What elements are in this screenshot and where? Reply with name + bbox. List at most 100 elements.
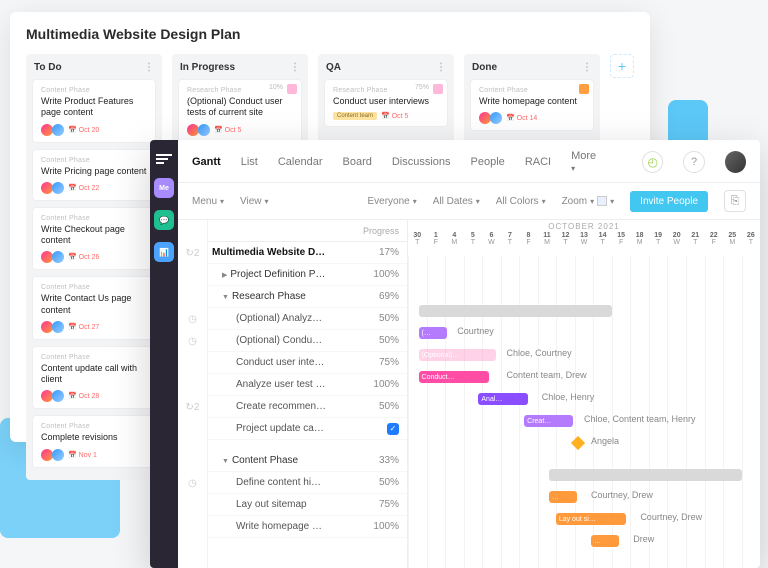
gantt-bar-row: Lay out si…Courtney, Drew — [408, 508, 760, 530]
gantt-bar[interactable]: … — [549, 491, 577, 503]
kanban-card[interactable]: 10%Research Phase (Optional) Conduct use… — [178, 79, 302, 143]
tab-more[interactable]: More ▾ — [571, 150, 602, 174]
timeline-day: 12T — [556, 232, 575, 256]
kanban-card[interactable]: Content Phase Write Contact Us page cont… — [32, 276, 156, 340]
add-column-button[interactable]: + — [610, 54, 634, 78]
tab-list[interactable]: List — [241, 156, 258, 168]
card-date: 📅 Oct 26 — [68, 253, 99, 261]
gantt-bar-row — [408, 256, 760, 278]
kanban-card[interactable]: Content Phase Write Pricing page content… — [32, 149, 156, 201]
assignee-label: Drew — [633, 534, 654, 544]
gantt-task-row[interactable]: ▼Content Phase33% — [208, 450, 407, 472]
assignee-label: Courtney — [457, 326, 494, 336]
card-date: 📅 Oct 28 — [68, 392, 99, 400]
kanban-card[interactable]: Content Phase Content update call with c… — [32, 346, 156, 410]
task-name: (Optional) Condu… — [212, 335, 363, 346]
tab-raci[interactable]: RACI — [525, 156, 551, 168]
task-name: ▼Research Phase — [212, 291, 363, 302]
row-status-icon — [178, 440, 207, 450]
assignee-label: Chloe, Henry — [542, 392, 595, 402]
gantt-bar[interactable]: (Optional)… — [419, 349, 496, 361]
gantt-bar[interactable]: … — [591, 535, 619, 547]
gantt-task-row[interactable]: Define content hi…50% — [208, 472, 407, 494]
card-title: Conduct user interviews — [333, 96, 439, 107]
menu-dropdown[interactable]: Menu ▾ — [192, 196, 224, 207]
tab-board[interactable]: Board — [343, 156, 372, 168]
task-progress: 75% — [363, 357, 399, 368]
rail-me-button[interactable]: Me — [154, 178, 174, 198]
gantt-task-row[interactable]: Project update ca…✓ — [208, 418, 407, 440]
gantt-task-row[interactable]: Conduct user inte…75% — [208, 352, 407, 374]
gantt-task-row[interactable]: Lay out sitemap75% — [208, 494, 407, 516]
gantt-bar[interactable] — [419, 305, 613, 317]
column-title: In Progress — [180, 62, 235, 73]
column-menu-icon[interactable]: ⋮ — [144, 62, 154, 73]
kanban-card[interactable]: Content Phase Write homepage content 📅 O… — [470, 79, 594, 131]
timeline-day: 8F — [519, 232, 538, 256]
gantt-bar-row: Anal… Chloe, Henry — [408, 388, 760, 410]
tab-discussions[interactable]: Discussions — [392, 156, 451, 168]
gantt-window: Me 💬 📊 Gantt List Calendar Board Discussions… — [150, 140, 760, 568]
card-date: 📅 Oct 27 — [68, 323, 99, 331]
kanban-card[interactable]: Content Phase Write Product Features pag… — [32, 79, 156, 143]
gantt-task-row[interactable]: Create recommen…50% — [208, 396, 407, 418]
timeline-day: 25M — [723, 232, 742, 256]
team-chip: Content team — [333, 112, 377, 120]
card-title: Write Checkout page content — [41, 224, 147, 247]
help-button[interactable]: ? — [683, 151, 704, 173]
view-dropdown[interactable]: View ▾ — [240, 196, 269, 207]
gantt-bar[interactable]: (… — [419, 327, 447, 339]
card-title: Write homepage content — [479, 96, 585, 107]
row-status-icon — [178, 450, 207, 472]
everyone-filter[interactable]: Everyone ▾ — [367, 196, 416, 207]
expand-toggle-icon[interactable]: ▶ — [222, 272, 227, 279]
card-date: 📅 Oct 22 — [68, 184, 99, 192]
gantt-bar[interactable]: Anal… — [478, 393, 527, 405]
gantt-task-row[interactable]: (Optional) Condu…50% — [208, 330, 407, 352]
dates-filter[interactable]: All Dates ▾ — [433, 196, 480, 207]
checkbox-icon[interactable]: ✓ — [387, 423, 399, 435]
column-menu-icon[interactable]: ⋮ — [436, 62, 446, 73]
tab-gantt[interactable]: Gantt — [192, 156, 221, 168]
card-title: Complete revisions — [41, 432, 147, 443]
task-name: Write homepage … — [212, 521, 363, 532]
gantt-task-row[interactable]: ▼Research Phase69% — [208, 286, 407, 308]
task-progress: 50% — [363, 401, 399, 412]
export-button[interactable]: ⎘ — [724, 190, 746, 212]
card-status-icon — [287, 84, 297, 94]
column-menu-icon[interactable]: ⋮ — [290, 62, 300, 73]
kanban-card[interactable]: Content Phase Write Checkout page conten… — [32, 207, 156, 271]
expand-toggle-icon[interactable]: ▼ — [222, 294, 229, 301]
gantt-bar[interactable]: Creat… — [524, 415, 573, 427]
card-status-icon — [433, 84, 443, 94]
user-avatar[interactable] — [725, 151, 746, 173]
gantt-task-row[interactable]: ▶Project Definition P…100% — [208, 264, 407, 286]
expand-toggle-icon[interactable]: ▼ — [222, 458, 229, 465]
milestone-diamond-icon[interactable] — [571, 436, 585, 450]
gantt-bar[interactable] — [549, 469, 743, 481]
timer-button[interactable]: ◴ — [642, 151, 663, 173]
column-menu-icon[interactable]: ⋮ — [582, 62, 592, 73]
gantt-bar[interactable]: Lay out si… — [556, 513, 626, 525]
task-progress: 100% — [363, 269, 399, 280]
tab-people[interactable]: People — [471, 156, 505, 168]
kanban-card[interactable]: Content Phase Complete revisions 📅 Nov 1 — [32, 415, 156, 467]
rail-reports-button[interactable]: 📊 — [154, 242, 174, 262]
tab-calendar[interactable]: Calendar — [278, 156, 323, 168]
left-rail: Me 💬 📊 — [150, 140, 178, 568]
timeline-day: 6W — [482, 232, 501, 256]
invite-people-button[interactable]: Invite People — [630, 191, 708, 212]
task-progress: 50% — [363, 477, 399, 488]
gantt-bar-row: (… Courtney — [408, 322, 760, 344]
zoom-control[interactable]: Zoom ▾ ▾ — [562, 196, 615, 207]
card-phase: Content Phase — [41, 354, 147, 361]
gantt-task-row[interactable]: Multimedia Website D…17% — [208, 242, 407, 264]
gantt-task-row[interactable]: Analyze user test …100% — [208, 374, 407, 396]
task-name: Project update ca… — [212, 423, 387, 434]
kanban-card[interactable]: 75%Research Phase Conduct user interview… — [324, 79, 448, 127]
colors-filter[interactable]: All Colors ▾ — [496, 196, 546, 207]
gantt-bar[interactable]: Conduct… — [419, 371, 489, 383]
gantt-task-row[interactable]: Write homepage …100% — [208, 516, 407, 538]
gantt-task-row[interactable]: (Optional) Analyz…50% — [208, 308, 407, 330]
rail-chat-button[interactable]: 💬 — [154, 210, 174, 230]
